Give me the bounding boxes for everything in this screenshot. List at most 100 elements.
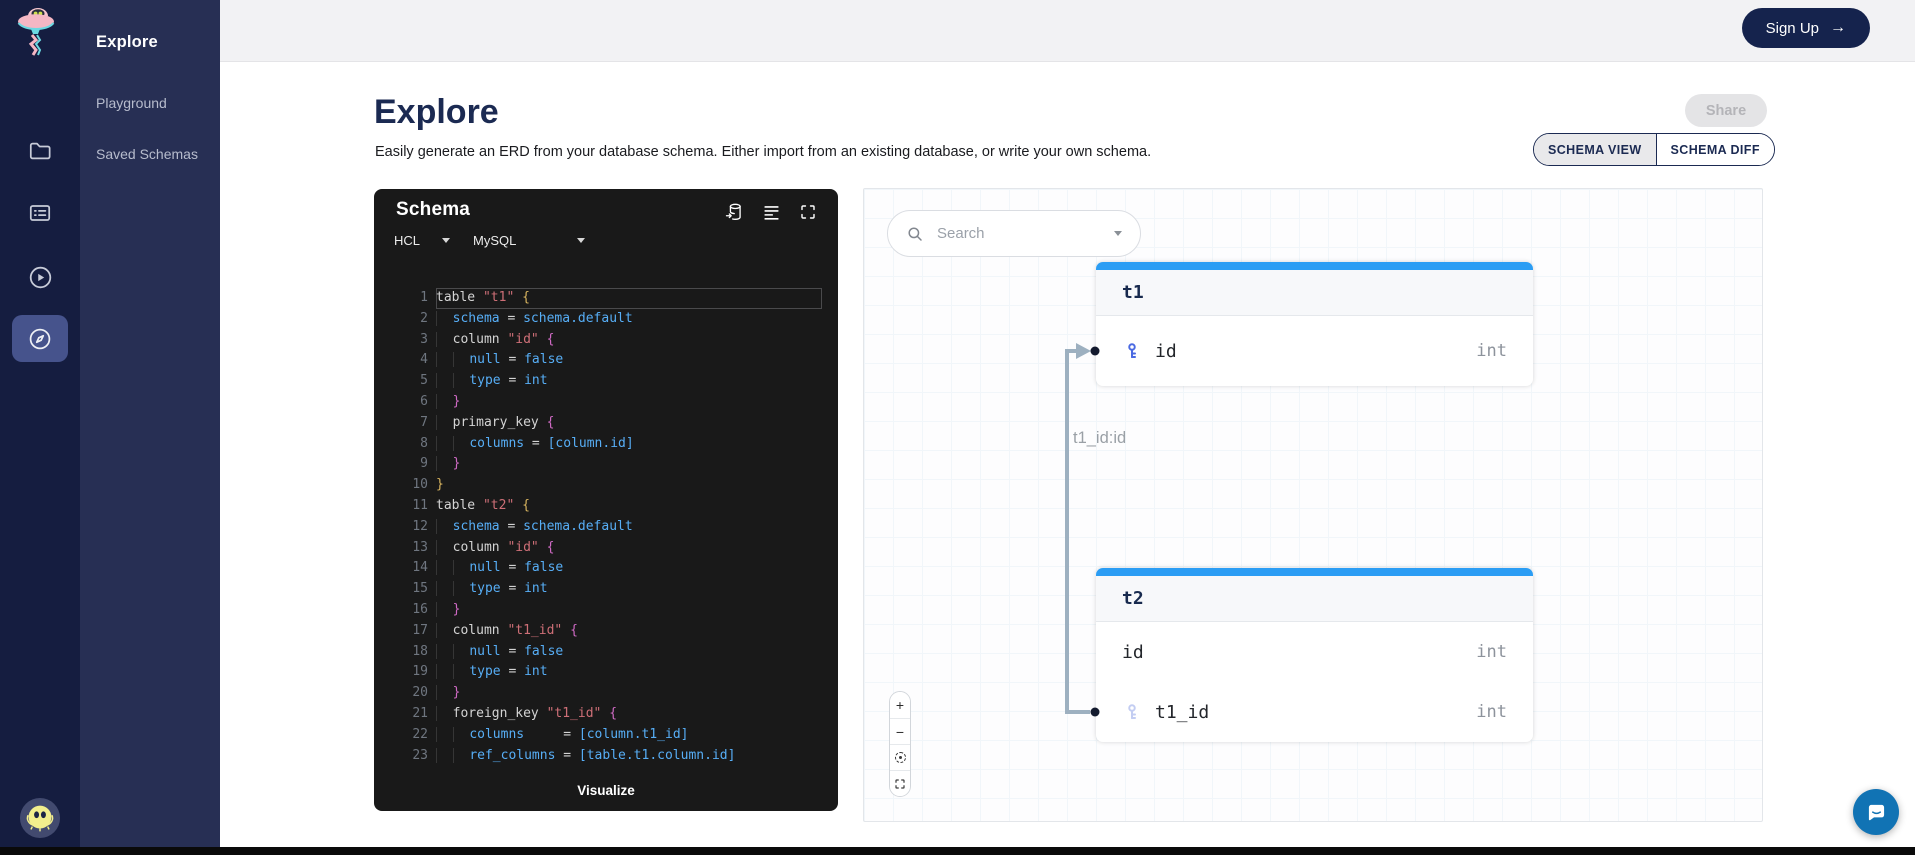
sidebar-item-saved-schemas[interactable]: Saved Schemas [96, 143, 202, 165]
code-line-3[interactable]: 3 column "id" { [374, 330, 838, 351]
line-number: 22 [412, 726, 428, 742]
column-type: int [1476, 642, 1507, 662]
tab-schema-diff[interactable]: SCHEMA DIFF [1655, 134, 1774, 165]
atlas-ufo-logo[interactable] [6, 2, 66, 58]
code-line-11[interactable]: 11 table "t2" { [374, 496, 838, 517]
import-database-button[interactable] [724, 202, 744, 222]
code-line-12[interactable]: 12 schema = schema.default [374, 517, 838, 538]
column-name: t1_id [1155, 701, 1210, 723]
code-line-6[interactable]: 6 } [374, 392, 838, 413]
expand-editor-button[interactable] [798, 202, 818, 222]
share-button[interactable]: Share [1685, 94, 1767, 127]
line-number: 8 [420, 435, 428, 451]
line-number: 17 [412, 622, 428, 638]
code-text: ref_columns = [table.t1.column.id] [436, 746, 822, 767]
code-line-18[interactable]: 18 null = false [374, 642, 838, 663]
table-rows: id int [1096, 316, 1533, 386]
editor-title: Schema [396, 199, 471, 220]
chat-widget-button[interactable] [1853, 789, 1899, 835]
code-text: column "id" { [436, 330, 822, 351]
ufo-logo-icon [17, 8, 55, 56]
relationship-label: t1_id:id [1073, 429, 1127, 447]
chevron-down-icon [577, 238, 585, 243]
table-name: t2 [1122, 588, 1144, 609]
canvas-zoom-controls: + − [889, 691, 911, 797]
table-column-t2-id[interactable]: id int [1096, 622, 1533, 682]
format-code-button[interactable] [761, 202, 781, 222]
subnav-heading: Explore [96, 33, 158, 51]
code-text: null = false [436, 558, 822, 579]
visualize-button[interactable]: Visualize [374, 769, 838, 811]
line-number: 13 [412, 539, 428, 555]
tab-schema-view[interactable]: SCHEMA VIEW [1534, 134, 1656, 165]
canvas-fullscreen-button[interactable] [890, 770, 910, 796]
code-text: } [436, 392, 822, 413]
line-number: 14 [412, 560, 428, 576]
erd-search-box[interactable]: Search [887, 210, 1141, 257]
code-line-8[interactable]: 8 columns = [column.id] [374, 434, 838, 455]
code-line-1[interactable]: 1 table "t1" { [374, 288, 838, 309]
line-number: 9 [420, 456, 428, 472]
code-text: foreign_key "t1_id" { [436, 704, 822, 725]
fit-view-icon [894, 752, 906, 763]
code-line-10[interactable]: 10} [374, 475, 838, 496]
chat-bubble-icon [1868, 804, 1884, 820]
language-select-value: HCL [394, 233, 421, 248]
language-select[interactable]: HCL [394, 233, 450, 248]
code-line-23[interactable]: 23 ref_columns = [table.t1.column.id] [374, 746, 838, 767]
code-text: table "t1" { [436, 288, 822, 309]
editor-toolbar [724, 202, 818, 222]
fullscreen-icon [801, 205, 815, 219]
search-icon [908, 226, 922, 241]
table-column-t2-t1_id[interactable]: t1_id int [1096, 682, 1533, 742]
sign-up-button[interactable]: Sign Up → [1741, 8, 1870, 48]
line-number: 4 [420, 352, 428, 368]
code-line-14[interactable]: 14 null = false [374, 558, 838, 579]
user-avatar[interactable] [19, 797, 61, 839]
zoom-in-button[interactable]: + [890, 692, 910, 718]
code-line-15[interactable]: 15 type = int [374, 579, 838, 600]
table-header[interactable]: t2 [1096, 576, 1533, 622]
fit-view-button[interactable] [890, 744, 910, 770]
table-header[interactable]: t1 [1096, 270, 1533, 316]
code-line-20[interactable]: 20 } [374, 683, 838, 704]
dialect-select[interactable]: MySQL [473, 233, 585, 248]
edge-arrowhead [1076, 343, 1091, 359]
code-line-16[interactable]: 16 } [374, 600, 838, 621]
sidebar-item-explore-active[interactable] [12, 315, 68, 362]
code-text: schema = schema.default [436, 309, 822, 330]
code-line-9[interactable]: 9 } [374, 454, 838, 475]
code-line-19[interactable]: 19 type = int [374, 662, 838, 683]
erd-canvas[interactable]: Search t1_id:id t1 id int t2 id int t1_id in… [863, 188, 1763, 822]
explore-subnav: Explore Playground Saved Schemas [80, 0, 220, 847]
code-line-7[interactable]: 7 primary_key { [374, 413, 838, 434]
code-line-21[interactable]: 21 foreign_key "t1_id" { [374, 704, 838, 725]
code-line-22[interactable]: 22 columns = [column.t1_id] [374, 725, 838, 746]
code-editor-lines[interactable]: 1 table "t1" {2 schema = schema.default 3 … [374, 288, 838, 767]
erd-table-t1[interactable]: t1 id int [1096, 262, 1533, 386]
list-details-icon [29, 205, 51, 221]
code-text: } [436, 600, 822, 621]
line-number: 20 [412, 685, 428, 701]
table-column-t1-id[interactable]: id int [1096, 316, 1533, 386]
dialect-select-value: MySQL [473, 233, 517, 248]
code-line-2[interactable]: 2 schema = schema.default [374, 309, 838, 330]
code-line-5[interactable]: 5 type = int [374, 371, 838, 392]
column-type: int [1476, 341, 1507, 361]
sidebar-item-details[interactable] [26, 199, 54, 227]
sidebar-item-schemas[interactable] [26, 137, 54, 165]
zoom-out-button[interactable]: − [890, 718, 910, 744]
erd-table-t2[interactable]: t2 id int t1_id int [1096, 568, 1533, 742]
code-line-4[interactable]: 4 null = false [374, 350, 838, 371]
chevron-down-icon [1114, 231, 1122, 236]
code-line-17[interactable]: 17 column "t1_id" { [374, 621, 838, 642]
top-bar: Sign Up → [220, 0, 1915, 62]
sidebar-item-playground-link[interactable]: Playground [96, 92, 202, 114]
line-number: 7 [420, 414, 428, 430]
code-line-13[interactable]: 13 column "id" { [374, 538, 838, 559]
search-placeholder: Search [937, 225, 985, 242]
arrow-right-icon: → [1830, 19, 1846, 36]
line-number: 1 [420, 290, 428, 305]
sidebar-item-playground[interactable] [26, 263, 54, 291]
folder-icon [29, 142, 51, 160]
